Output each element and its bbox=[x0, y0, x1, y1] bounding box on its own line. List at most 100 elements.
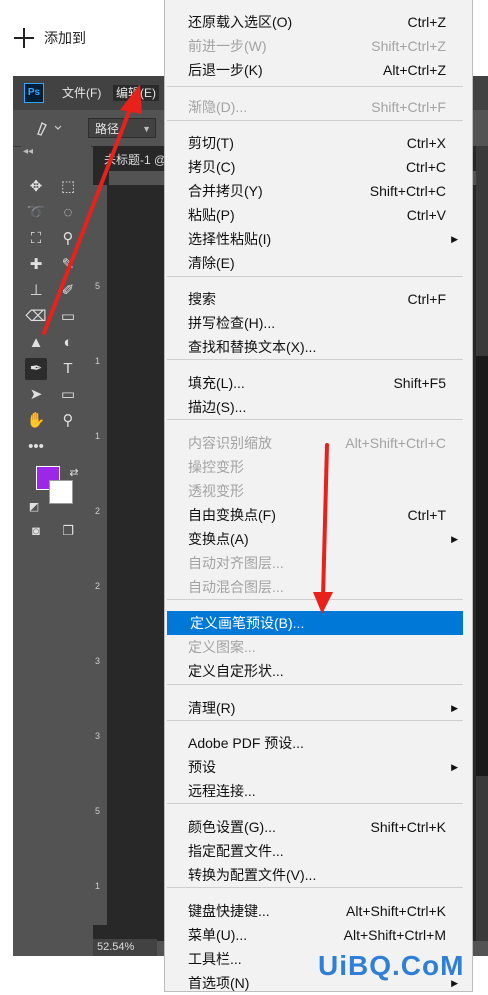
crop-tool-icon[interactable]: ⛶ bbox=[25, 228, 47, 250]
menu-item[interactable]: 颜色设置(G)... Shift+Ctrl+K bbox=[165, 815, 472, 839]
menu-separator bbox=[167, 720, 463, 721]
menu-item-shortcut: Alt+Shift+Ctrl+M bbox=[343, 927, 446, 943]
menu-item-label: 远程连接... bbox=[188, 783, 256, 799]
background-color-swatch[interactable] bbox=[49, 480, 73, 504]
menu-item[interactable]: 远程连接... bbox=[165, 779, 472, 803]
menu-item-label: 键盘快捷键... bbox=[188, 903, 270, 919]
lasso-tool-icon[interactable]: ➰ bbox=[25, 202, 47, 224]
menu-item: 定义图案... bbox=[165, 635, 472, 659]
menu-item: 透视变形 bbox=[165, 479, 472, 503]
menu-item-label: 拼写检查(H)... bbox=[188, 315, 276, 331]
ruler-number: 2 bbox=[95, 581, 101, 591]
clone-stamp-tool-icon[interactable]: ⊥ bbox=[25, 280, 47, 302]
eyedropper-tool-icon[interactable]: ⚲ bbox=[57, 228, 79, 250]
menu-item[interactable]: 拷贝(C) Ctrl+C bbox=[165, 155, 472, 179]
document-tab[interactable]: 未标题-1 @ bbox=[98, 149, 166, 171]
pen-tool-icon[interactable]: ✒ bbox=[25, 358, 47, 380]
menu-item[interactable]: 变换点(A) ▶ bbox=[165, 527, 472, 551]
menu-item[interactable]: 还原载入选区(O) Ctrl+Z bbox=[165, 10, 472, 34]
menu-item-label: 还原载入选区(O) bbox=[188, 14, 293, 30]
menu-item-shortcut: Alt+Ctrl+Z bbox=[382, 62, 446, 78]
menu-item[interactable]: 清理(R) ▶ bbox=[165, 696, 472, 720]
add-to-label[interactable]: 添加到 bbox=[44, 28, 86, 48]
default-colors-icon[interactable]: ◩ bbox=[23, 496, 45, 518]
path-mode-value: 路径 bbox=[95, 122, 120, 136]
ps-logo-icon: Ps bbox=[24, 83, 44, 103]
ruler-number: 5 bbox=[95, 281, 101, 291]
menu-item-label: 自动混合图层... bbox=[188, 579, 284, 595]
menu-item-label: 颜色设置(G)... bbox=[188, 819, 276, 835]
type-tool-icon[interactable]: T bbox=[57, 358, 79, 380]
quick-select-tool-icon[interactable]: ◌ bbox=[57, 202, 79, 224]
dodge-tool-icon[interactable]: ◐ bbox=[57, 332, 79, 354]
ruler-number: 3 bbox=[95, 731, 101, 741]
menu-item[interactable]: 选择性粘贴(I) ▶ bbox=[165, 227, 472, 251]
menu-item-shortcut: Shift+Ctrl+C bbox=[369, 183, 446, 199]
path-mode-select[interactable]: 路径 ▼ bbox=[88, 118, 156, 138]
menu-item[interactable]: 后退一步(K) Alt+Ctrl+Z bbox=[165, 58, 472, 82]
menu-item-shortcut: Alt+Shift+Ctrl+K bbox=[346, 903, 446, 919]
zoom-tool-icon[interactable]: ⚲ bbox=[57, 410, 79, 432]
menu-item-label: 透视变形 bbox=[188, 483, 244, 499]
menu-item[interactable]: 定义自定形状... bbox=[165, 659, 472, 683]
menu-item[interactable]: 查找和替换文本(X)... bbox=[165, 335, 472, 359]
move-tool-icon[interactable]: ✥ bbox=[25, 176, 47, 198]
menu-item[interactable]: 合并拷贝(Y) Shift+Ctrl+C bbox=[165, 179, 472, 203]
menu-item-label: 工具栏... bbox=[188, 951, 242, 967]
ruler-number: 5 bbox=[95, 806, 101, 816]
menu-item-label: 粘贴(P) bbox=[188, 207, 235, 223]
watermark: UiBQ.CoM bbox=[318, 950, 465, 981]
hand-tool-icon[interactable]: ✋ bbox=[25, 410, 47, 432]
menu-item-label: 变换点(A) bbox=[188, 531, 249, 547]
menu-edit[interactable]: 编辑(E) bbox=[113, 85, 159, 101]
menu-item-shortcut: Ctrl+Z bbox=[407, 14, 447, 30]
menu-item[interactable]: 键盘快捷键... Alt+Shift+Ctrl+K bbox=[165, 899, 472, 923]
quick-mask-icon[interactable]: ◙ bbox=[25, 520, 47, 542]
edit-dropdown-menu: 还原载入选区(O) Ctrl+Z 前进一步(W) Shift+Ctrl+Z 后退一步(K… bbox=[164, 0, 473, 992]
screen-mode-icon[interactable]: ❐ bbox=[57, 520, 79, 542]
blur-tool-icon[interactable]: ▲ bbox=[25, 332, 47, 354]
eraser-tool-icon[interactable]: ⌫ bbox=[25, 306, 47, 328]
collapse-panel-icon[interactable]: ◂◂ bbox=[21, 146, 93, 160]
menu-item[interactable]: 搜索 Ctrl+F bbox=[165, 287, 472, 311]
menu-item[interactable]: Adobe PDF 预设... bbox=[165, 731, 472, 755]
plus-icon[interactable] bbox=[14, 28, 34, 48]
menu-item[interactable]: 转换为配置文件(V)... bbox=[165, 863, 472, 887]
menu-item-label: 描边(S)... bbox=[188, 399, 247, 415]
menu-item[interactable]: 剪切(T) Ctrl+X bbox=[165, 131, 472, 155]
submenu-arrow-icon: ▶ bbox=[451, 534, 458, 544]
menu-item[interactable]: 指定配置文件... bbox=[165, 839, 472, 863]
menu-item[interactable]: 填充(L)... Shift+F5 bbox=[165, 371, 472, 395]
rectangle-tool-icon[interactable]: ▭ bbox=[57, 384, 79, 406]
zoom-level[interactable]: 52.54% bbox=[93, 939, 157, 956]
menu-item-label: Adobe PDF 预设... bbox=[188, 735, 304, 751]
path-select-tool-icon[interactable]: ➤ bbox=[25, 384, 47, 406]
chevron-down-icon: ▼ bbox=[142, 124, 151, 134]
gradient-tool-icon[interactable]: ▭ bbox=[57, 306, 79, 328]
menu-item-define-brush-preset[interactable]: 定义画笔预设(B)... bbox=[167, 611, 463, 635]
pen-tool-preset-icon[interactable] bbox=[35, 119, 65, 137]
ruler-number: 3 bbox=[95, 656, 101, 666]
menu-file[interactable]: 文件(F) bbox=[62, 85, 101, 101]
brush-tool-icon[interactable]: ✎ bbox=[57, 254, 79, 276]
menu-item[interactable]: 预设 ▶ bbox=[165, 755, 472, 779]
menu-item[interactable]: 粘贴(P) Ctrl+V bbox=[165, 203, 472, 227]
menu-item[interactable]: 描边(S)... bbox=[165, 395, 472, 419]
ruler-number: 1 bbox=[95, 356, 101, 366]
menu-item[interactable]: 自由变换点(F) Ctrl+T bbox=[165, 503, 472, 527]
menu-item[interactable]: 清除(E) bbox=[165, 251, 472, 275]
menu-item-label: 内容识别缩放 bbox=[188, 435, 272, 451]
menu-item-label: 前进一步(W) bbox=[188, 38, 267, 54]
menu-separator bbox=[167, 684, 463, 685]
menu-item-shortcut: Shift+F5 bbox=[393, 375, 446, 391]
healing-brush-tool-icon[interactable]: ✚ bbox=[25, 254, 47, 276]
submenu-arrow-icon: ▶ bbox=[451, 234, 458, 244]
menu-item[interactable]: 菜单(U)... Alt+Shift+Ctrl+M bbox=[165, 923, 472, 947]
marquee-tool-icon[interactable]: ⬚ bbox=[57, 176, 79, 198]
menu-item[interactable]: 拼写检查(H)... bbox=[165, 311, 472, 335]
menu-item: 操控变形 bbox=[165, 455, 472, 479]
ruler-number: 1 bbox=[95, 431, 101, 441]
menu-item: 渐隐(D)... Shift+Ctrl+F bbox=[165, 95, 472, 119]
history-brush-tool-icon[interactable]: ✐ bbox=[57, 280, 79, 302]
more-tools-icon[interactable]: ••• bbox=[25, 436, 47, 458]
